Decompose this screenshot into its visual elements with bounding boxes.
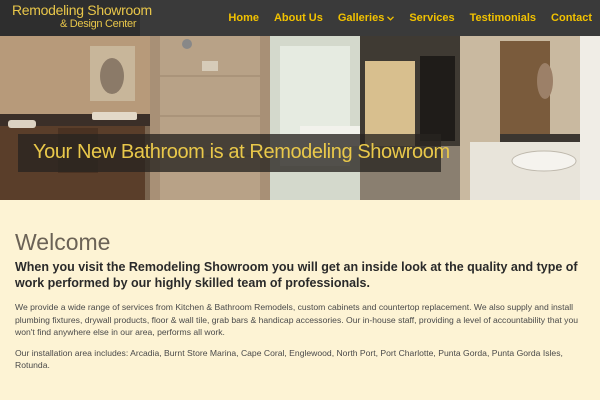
- main-content: Welcome When you visit the Remodeling Sh…: [15, 228, 585, 372]
- hero-tagline: Your New Bathroom is at Remodeling Showr…: [33, 141, 450, 163]
- site-logo[interactable]: Remodeling Showroom & Design Center: [0, 0, 152, 36]
- hero-banner: Your New Bathroom is at Remodeling Showr…: [0, 36, 600, 200]
- hero-tagline-box: Your New Bathroom is at Remodeling Showr…: [18, 134, 450, 172]
- hero-photo-collage: [0, 36, 600, 200]
- nav-galleries-label: Galleries: [337, 12, 385, 24]
- logo-subtitle: & Design Center: [60, 18, 137, 30]
- nav-about-us[interactable]: About Us: [274, 12, 323, 24]
- nav-services[interactable]: Services: [409, 12, 454, 24]
- intro-lead: When you visit the Remodeling Showroom y…: [15, 260, 578, 290]
- page-title: Welcome: [15, 229, 111, 255]
- installation-area-paragraph: Our installation area includes: Arcadia,…: [15, 347, 563, 371]
- nav-galleries[interactable]: Galleries: [337, 12, 395, 24]
- nav-testimonials[interactable]: Testimonials: [470, 12, 536, 24]
- chevron-down-icon: [387, 12, 395, 24]
- site-header: Remodeling Showroom & Design Center Home…: [0, 0, 600, 36]
- main-nav: Home About Us Galleries Services Testimo…: [213, 0, 592, 36]
- nav-home[interactable]: Home: [228, 12, 259, 24]
- logo-title: Remodeling Showroom: [12, 2, 152, 18]
- nav-contact[interactable]: Contact: [551, 12, 592, 24]
- services-paragraph: We provide a wide range of services from…: [15, 302, 579, 337]
